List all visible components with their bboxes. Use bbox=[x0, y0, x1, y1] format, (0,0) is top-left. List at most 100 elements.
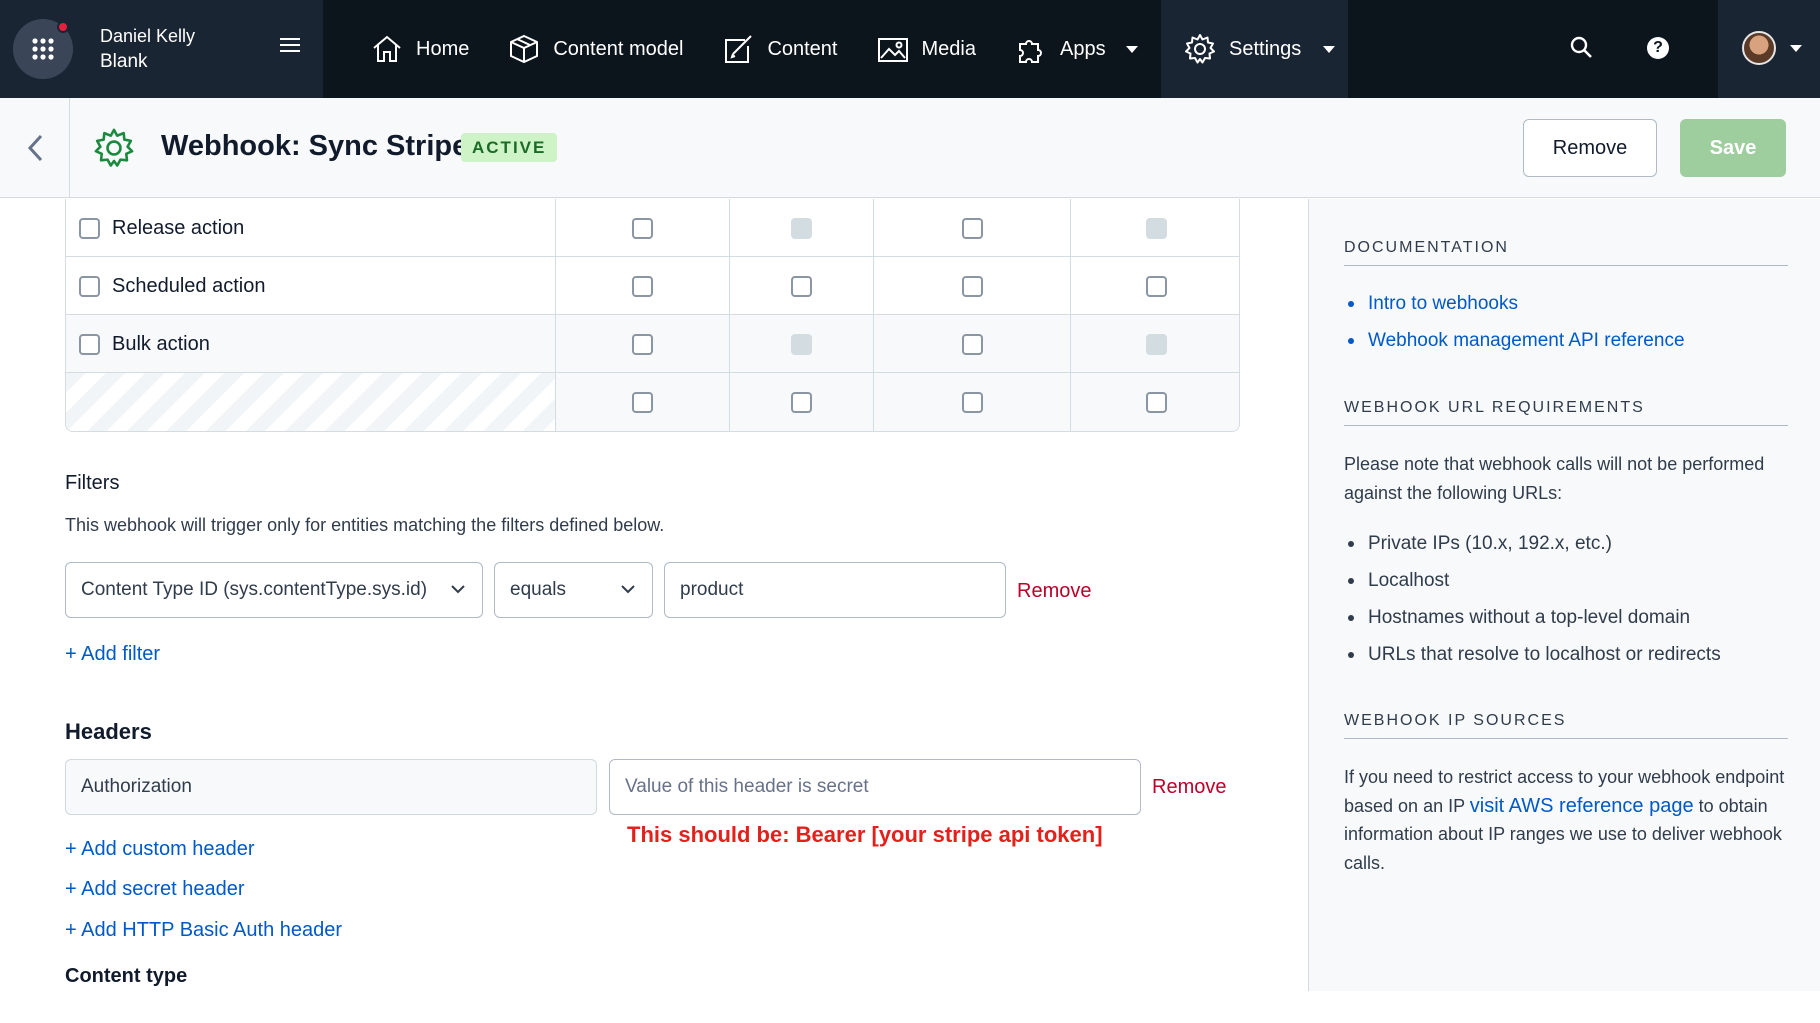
trigger-label: Bulk action bbox=[112, 332, 210, 355]
trigger-label-cell[interactable]: Scheduled action bbox=[66, 257, 556, 315]
remove-filter-link[interactable]: Remove bbox=[1017, 580, 1091, 603]
trigger-checkbox[interactable] bbox=[961, 275, 983, 297]
column-select-checkbox[interactable] bbox=[632, 391, 653, 413]
trigger-checkbox-disabled bbox=[791, 333, 812, 355]
hamburger-menu-icon[interactable] bbox=[280, 36, 302, 54]
row-checkbox[interactable] bbox=[79, 333, 100, 355]
gear-icon bbox=[1185, 34, 1215, 64]
table-row: Scheduled action bbox=[66, 257, 1239, 315]
image-icon bbox=[877, 38, 908, 62]
help-icon[interactable]: ? bbox=[1647, 37, 1669, 59]
chevron-down-icon bbox=[1323, 45, 1336, 53]
table-row: Bulk action bbox=[66, 315, 1239, 373]
trigger-checkbox-disabled bbox=[1145, 333, 1167, 355]
trigger-checkbox[interactable] bbox=[1145, 275, 1167, 297]
url-requirements-heading: WEBHOOK URL REQUIREMENTS bbox=[1344, 399, 1788, 426]
chevron-down-icon bbox=[1125, 45, 1138, 53]
column-select-checkbox[interactable] bbox=[1145, 391, 1167, 413]
notification-dot bbox=[57, 21, 69, 33]
account-menu[interactable] bbox=[1718, 0, 1820, 98]
trigger-label: Scheduled action bbox=[112, 274, 266, 297]
chevron-down-icon bbox=[451, 585, 465, 594]
edit-document-icon bbox=[725, 35, 753, 63]
filter-value-input[interactable]: product bbox=[664, 562, 1006, 618]
nav-content[interactable]: Content bbox=[721, 0, 838, 98]
trigger-checkbox[interactable] bbox=[791, 275, 812, 297]
save-button[interactable]: Save bbox=[1680, 119, 1786, 177]
trigger-checkbox[interactable] bbox=[632, 275, 653, 297]
nav-home-label: Home bbox=[416, 37, 470, 60]
window-bottom-edge bbox=[0, 991, 1820, 1023]
space-switcher[interactable]: Daniel Kelly Blank bbox=[0, 0, 324, 98]
table-row: Release action bbox=[66, 199, 1239, 257]
list-item: Private IPs (10.x, 192.x, etc.) bbox=[1344, 525, 1721, 562]
list-item: Hostnames without a top-level domain bbox=[1344, 599, 1721, 636]
ip-sources-text: If you need to restrict access to your w… bbox=[1344, 763, 1794, 877]
add-filter-link[interactable]: + Add filter bbox=[65, 643, 160, 666]
column-select-checkbox[interactable] bbox=[791, 391, 812, 413]
search-icon[interactable] bbox=[1570, 36, 1594, 60]
trigger-checkbox-disabled bbox=[1145, 217, 1167, 239]
trigger-checkbox[interactable] bbox=[961, 217, 983, 239]
header-value-input[interactable]: Value of this header is secret bbox=[609, 759, 1141, 815]
status-badge: ACTIVE bbox=[461, 133, 558, 162]
nav-apps-label: Apps bbox=[1059, 37, 1106, 60]
add-custom-header-link[interactable]: + Add custom header bbox=[65, 838, 255, 861]
chevron-left-icon bbox=[27, 134, 42, 161]
nav-settings[interactable]: Settings bbox=[1161, 0, 1348, 98]
filters-description: This webhook will trigger only for entit… bbox=[65, 515, 665, 535]
documentation-sidebar: DOCUMENTATION Intro to webhooks Webhook … bbox=[1308, 199, 1820, 991]
nav-media[interactable]: Media bbox=[876, 0, 976, 98]
page-header: Webhook: Sync Stripe ACTIVE Remove Save bbox=[0, 98, 1820, 198]
add-basic-auth-header-link[interactable]: + Add HTTP Basic Auth header bbox=[65, 919, 342, 942]
remove-webhook-button[interactable]: Remove bbox=[1523, 119, 1657, 177]
list-item: URLs that resolve to localhost or redire… bbox=[1344, 636, 1721, 673]
row-checkbox[interactable] bbox=[79, 217, 100, 239]
webhook-api-reference-link[interactable]: Webhook management API reference bbox=[1344, 322, 1685, 359]
avatar bbox=[1742, 31, 1776, 65]
filter-operator-select[interactable]: equals bbox=[494, 562, 653, 618]
nav-media-label: Media bbox=[921, 37, 976, 60]
content-type-title: Content type bbox=[65, 965, 188, 987]
chevron-down-icon bbox=[621, 585, 635, 594]
environment-name: Blank bbox=[100, 51, 148, 72]
ip-sources-heading: WEBHOOK IP SOURCES bbox=[1344, 712, 1788, 739]
remove-header-link[interactable]: Remove bbox=[1152, 776, 1226, 799]
empty-hatched-cell bbox=[66, 373, 556, 431]
nav-content-model[interactable]: Content model bbox=[507, 0, 683, 98]
nav-content-label: Content bbox=[767, 37, 838, 60]
intro-to-webhooks-link[interactable]: Intro to webhooks bbox=[1344, 285, 1685, 322]
filters-title: Filters bbox=[65, 472, 120, 494]
box-icon bbox=[510, 34, 539, 64]
filter-field-select[interactable]: Content Type ID (sys.contentType.sys.id) bbox=[65, 562, 483, 618]
nav-settings-label: Settings bbox=[1229, 37, 1302, 60]
add-secret-header-link[interactable]: + Add secret header bbox=[65, 878, 245, 901]
top-navigation: Daniel Kelly Blank Home Content model Co… bbox=[0, 0, 1820, 98]
header-value-placeholder: Value of this header is secret bbox=[625, 776, 869, 797]
column-select-checkbox[interactable] bbox=[961, 391, 983, 413]
aws-reference-link[interactable]: visit AWS reference page bbox=[1470, 795, 1694, 817]
back-button[interactable] bbox=[0, 98, 70, 197]
trigger-label-cell[interactable]: Bulk action bbox=[66, 315, 556, 373]
trigger-checkbox[interactable] bbox=[961, 333, 983, 355]
nav-apps[interactable]: Apps bbox=[1014, 0, 1138, 98]
row-checkbox[interactable] bbox=[79, 275, 100, 297]
filter-value-text: product bbox=[680, 579, 744, 600]
home-icon bbox=[373, 35, 401, 62]
grid-icon bbox=[32, 38, 54, 60]
chevron-down-icon bbox=[1790, 45, 1802, 52]
url-requirements-list: Private IPs (10.x, 192.x, etc.) Localhos… bbox=[1344, 525, 1721, 673]
trigger-label: Release action bbox=[112, 216, 245, 239]
header-key-input[interactable]: Authorization bbox=[65, 759, 597, 815]
trigger-checkbox-disabled bbox=[791, 217, 812, 239]
trigger-checkbox[interactable] bbox=[632, 217, 653, 239]
trigger-checkbox[interactable] bbox=[632, 333, 653, 355]
trigger-label-cell[interactable]: Release action bbox=[66, 199, 556, 257]
app-launcher-button[interactable] bbox=[13, 19, 73, 79]
table-row bbox=[66, 373, 1239, 431]
url-requirements-text: Please note that webhook calls will not … bbox=[1344, 454, 1765, 503]
webhook-gear-icon bbox=[94, 128, 134, 167]
annotation-note: This should be: Bearer [your stripe api … bbox=[627, 822, 1103, 847]
space-name: Daniel Kelly bbox=[100, 26, 196, 46]
nav-home[interactable]: Home bbox=[370, 0, 469, 98]
